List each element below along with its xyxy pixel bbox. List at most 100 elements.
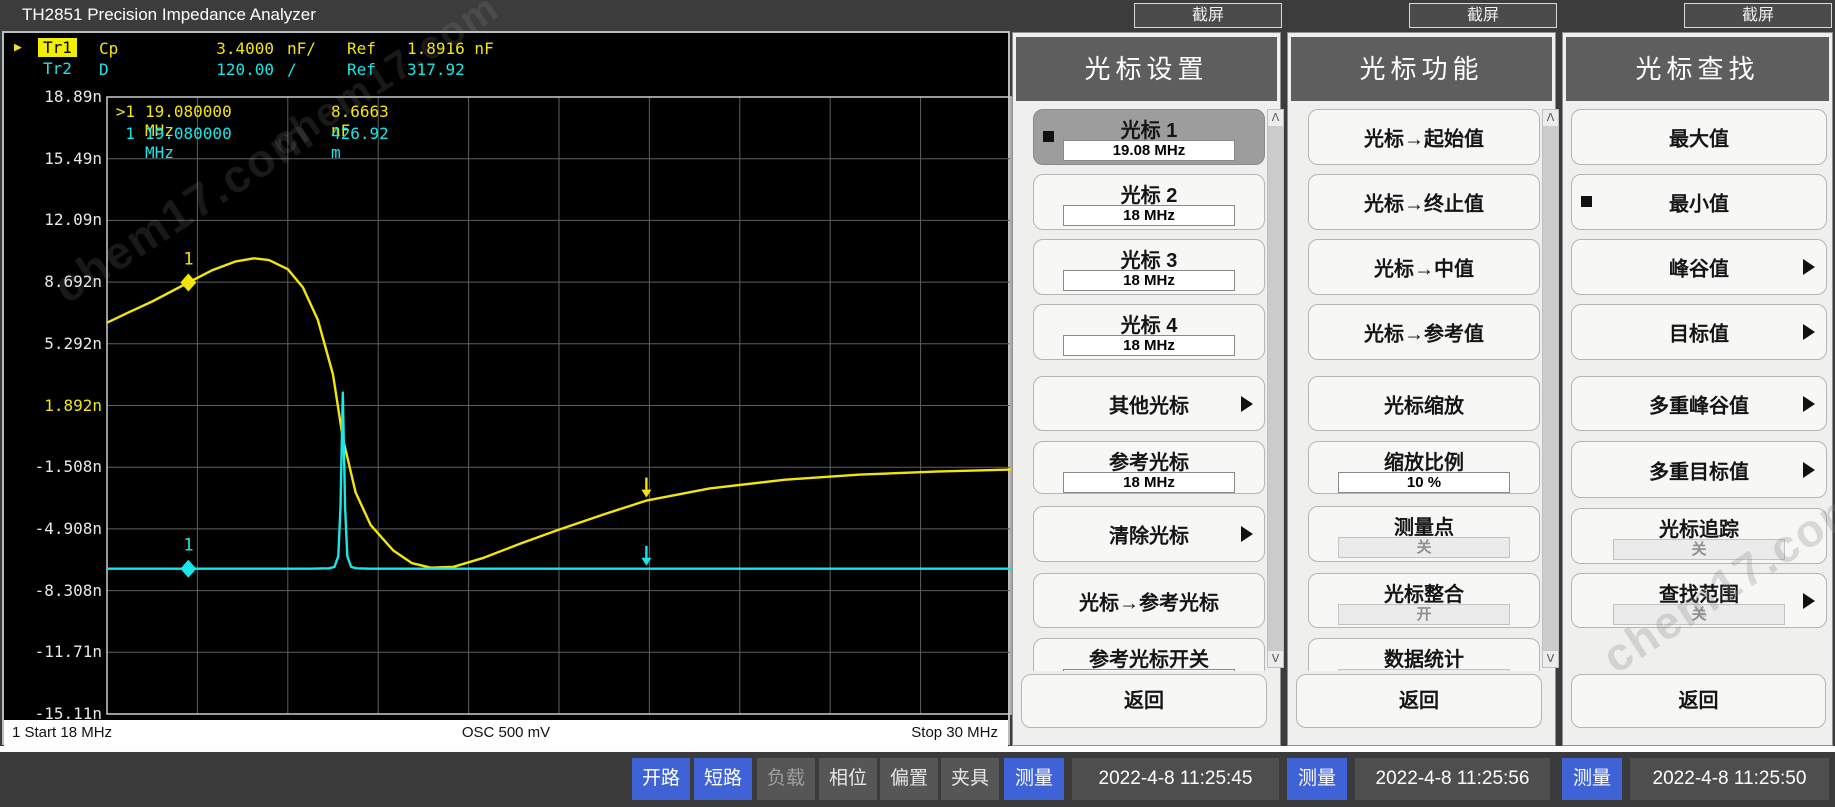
multi-peak-button[interactable]: 多重峰谷值 [1571,376,1827,431]
timestamp-2: 2022-4-8 11:25:56 [1355,758,1550,800]
data-statistics-button[interactable]: 数据统计 [1308,638,1540,671]
refmarker-switch-button[interactable]: 参考光标开关 [1033,638,1265,671]
y-axis-label: 5.292n [44,333,102,353]
marker-to-refmarker-button[interactable]: 光标→参考光标 [1033,573,1265,628]
reference-marker-frequency-field[interactable]: 18 MHz [1063,472,1235,493]
trace2-scale: 120.00 [216,60,274,79]
scroll-up-icon[interactable]: ᐱ [1543,110,1558,126]
marker-to-stop-button[interactable]: 光标→终止值 [1308,174,1540,230]
sweep-stop-label: Stop 30 MHz [911,724,998,741]
button-label: 最小值 [1669,193,1729,216]
screenshot-button-2[interactable]: 截屏 [1409,3,1557,28]
y-axis-label: -8.308n [34,580,102,600]
button-label: 最大值 [1669,128,1729,151]
panel-scrollbar[interactable]: ᐱ ᐯ [1542,109,1559,668]
panel-scrollbar[interactable]: ᐱ ᐯ [1267,109,1284,668]
search-range-state: 关 [1613,604,1785,625]
zoom-ratio-button[interactable]: 缩放比例 10 % [1308,441,1540,494]
trace1-info-row: ▶ Tr1 Cp 3.4000 nF/ Ref 1.8916 nF [4,38,1008,59]
marker-to-start-button[interactable]: 光标→起始值 [1308,109,1540,165]
reference-marker-button[interactable]: 参考光标 18 MHz [1033,441,1265,494]
scroll-up-icon[interactable]: ᐱ [1268,110,1283,126]
search-range-button[interactable]: 查找范围 关 [1571,573,1827,628]
button-label: 其他光标 [1109,395,1189,417]
search-peak-button[interactable]: 峰谷值 [1571,239,1827,295]
button-label: 查找范围 [1659,584,1739,606]
marker-index: 1 [125,124,135,143]
marker-tracking-button[interactable]: 光标追踪 关 [1571,508,1827,564]
panel-marker-search: 光标查找 最大值 最小值 峰谷值 目标值 多重峰谷值 多重目标值 光标追踪 关 … [1562,32,1835,746]
screenshot-button-3[interactable]: 截屏 [1684,3,1832,28]
measure-button-2[interactable]: 测量 [1287,758,1347,800]
window-title: TH2851 Precision Impedance Analyzer [22,5,316,24]
submenu-arrow-icon [1803,395,1815,412]
load-correction-button[interactable]: 负载 [757,758,815,800]
y-axis-label: 12.09n [44,210,102,230]
instrument-screen: TH2851 Precision Impedance Analyzer 截屏 截… [0,0,1835,807]
title-bar: TH2851 Precision Impedance Analyzer 截屏 截… [0,0,1835,30]
marker2-button[interactable]: 光标 2 18 MHz [1033,174,1265,230]
back-button[interactable]: 返回 [1296,674,1542,728]
search-max-button[interactable]: 最大值 [1571,109,1827,165]
marker1-button[interactable]: 光标 1 19.08 MHz [1033,109,1265,165]
y-axis-label: 18.89n [44,87,102,106]
other-markers-button[interactable]: 其他光标 [1033,376,1265,431]
bias-button[interactable]: 偏置 [880,758,938,800]
marker-frequency: 19.080000 MHz [145,124,232,162]
zoom-ratio-field[interactable]: 10 % [1338,472,1510,493]
button-label: 光标追踪 [1659,519,1739,541]
scroll-down-icon[interactable]: ᐯ [1268,651,1283,667]
marker-value: 426.92 m [331,124,389,162]
marker-index: >1 [115,102,135,121]
button-label: 光标→参考值 [1364,323,1484,346]
measure-button-3[interactable]: 测量 [1562,758,1622,800]
trace2-id-badge[interactable]: Tr2 [38,59,77,78]
trace1-ref-label: Ref [347,39,376,58]
marker3-button[interactable]: 光标 3 18 MHz [1033,239,1265,295]
fixture-button[interactable]: 夹具 [941,758,999,800]
refmarker-switch-field[interactable] [1063,669,1235,671]
marker-to-reference-button[interactable]: 光标→参考值 [1308,304,1540,360]
marker-zoom-button[interactable]: 光标缩放 [1308,376,1540,431]
osc-level-label: OSC 500 mV [461,724,551,741]
button-label: 数据统计 [1384,649,1464,671]
y-axis-label: -1.508n [34,457,102,477]
panel-marker-function: 光标功能 光标→起始值 光标→终止值 光标→中值 光标→参考值 光标缩放 缩放比… [1287,32,1559,746]
marker4-button[interactable]: 光标 4 18 MHz [1033,304,1265,360]
search-target-button[interactable]: 目标值 [1571,304,1827,360]
marker1-frequency-field[interactable]: 19.08 MHz [1063,140,1235,161]
search-min-button[interactable]: 最小值 [1571,174,1827,230]
marker2-frequency-field[interactable]: 18 MHz [1063,205,1235,226]
measure-point-button[interactable]: 测量点 关 [1308,506,1540,562]
phase-button[interactable]: 相位 [819,758,877,800]
trace1-id-badge[interactable]: Tr1 [38,38,77,57]
trace1-ref-value: 1.8916 nF [407,39,494,58]
marker-to-center-button[interactable]: 光标→中值 [1308,239,1540,295]
measurement-window[interactable]: ▶ Tr1 Cp 3.4000 nF/ Ref 1.8916 nF Tr2 D … [2,0,1012,746]
measure-button-1[interactable]: 测量 [1004,758,1064,800]
open-correction-button[interactable]: 开路 [632,758,690,800]
submenu-arrow-icon [1803,461,1815,478]
scroll-down-icon[interactable]: ᐯ [1543,651,1558,667]
submenu-arrow-icon [1803,592,1815,609]
short-correction-button[interactable]: 短路 [694,758,752,800]
button-label: 多重目标值 [1649,461,1749,483]
screenshot-button-1[interactable]: 截屏 [1134,3,1282,28]
button-label: 测量点 [1394,517,1454,539]
marker3-frequency-field[interactable]: 18 MHz [1063,270,1235,291]
back-button[interactable]: 返回 [1021,674,1267,728]
button-label: 缩放比例 [1384,452,1464,474]
clear-markers-button[interactable]: 清除光标 [1033,506,1265,562]
submenu-arrow-icon [1803,259,1815,275]
submenu-arrow-icon [1241,395,1253,412]
button-label: 光标 2 [1120,185,1178,207]
button-label: 峰谷值 [1669,258,1729,281]
back-button[interactable]: 返回 [1571,674,1826,728]
y-axis-label: 1.892n [44,395,102,415]
trace1-scale-unit: nF/ [287,39,316,58]
multi-target-button[interactable]: 多重目标值 [1571,441,1827,498]
marker4-frequency-field[interactable]: 18 MHz [1063,335,1235,356]
marker-couple-button[interactable]: 光标整合 开 [1308,573,1540,628]
y-axis-label: -11.71n [34,642,102,662]
button-label: 光标→起始值 [1364,128,1484,151]
